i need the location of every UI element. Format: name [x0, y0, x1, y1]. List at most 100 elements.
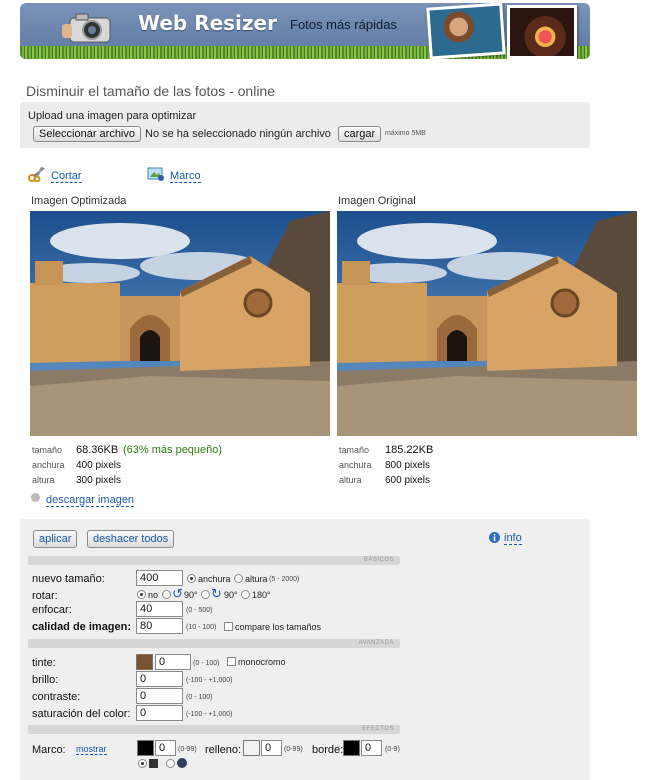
download-image-link[interactable]: descargar imagen — [46, 494, 135, 507]
original-height-label: altura — [339, 475, 362, 485]
optimized-height-value: 300 pixels — [76, 475, 122, 486]
section-bar-basic: BÁSICOS — [28, 556, 400, 565]
frame-color-swatch[interactable] — [137, 740, 154, 756]
width-radio[interactable] — [187, 574, 196, 583]
tint-color-swatch[interactable] — [136, 654, 153, 670]
rotate-left-label: 90° — [184, 590, 198, 600]
max-size-note: máximo 5MB — [385, 130, 426, 137]
fill-range: (0-99) — [284, 746, 303, 753]
upload-button[interactable]: cargar — [338, 126, 382, 142]
new-size-input[interactable]: 400 — [136, 570, 183, 586]
rotate-right-icon: ↻ — [211, 586, 222, 601]
frame-link[interactable]: Marco — [170, 170, 201, 183]
rotate-left-icon: ↺ — [172, 586, 183, 601]
monochrome-checkbox[interactable] — [227, 657, 236, 666]
rotate-left-radio[interactable] — [162, 590, 171, 599]
border-label: borde: — [312, 744, 344, 756]
fill-label: relleno: — [205, 744, 242, 756]
upload-label: Upload una imagen para optimizar — [28, 110, 197, 122]
section-title-basic: BÁSICOS — [363, 557, 394, 563]
rotate-right-radio[interactable] — [201, 590, 210, 599]
height-radio[interactable] — [234, 574, 243, 583]
size-saving: (63% más pequeño) — [123, 444, 223, 456]
brightness-label: brillo: — [32, 674, 59, 686]
optimized-size-label: tamaño — [32, 445, 63, 455]
original-size-value: 185.22KB — [385, 444, 434, 456]
apply-button[interactable]: aplicar — [33, 530, 78, 548]
banner-title: Web Resizer — [138, 11, 277, 35]
site-banner: Web Resizer Fotos más rápidas — [20, 3, 590, 59]
rotate-label: rotar: — [32, 590, 58, 602]
download-icon[interactable] — [31, 493, 40, 502]
frame-range: (0-99) — [178, 746, 197, 753]
contrast-label: contraste: — [32, 691, 81, 703]
info-link[interactable]: info — [504, 532, 522, 545]
original-width-label: anchura — [339, 460, 372, 470]
original-size-label: tamaño — [339, 445, 370, 455]
tint-range: (0 - 100) — [193, 660, 220, 667]
new-size-label: nuevo tamaño: — [32, 573, 105, 585]
brightness-range: (-100 - +1,000) — [186, 677, 233, 684]
saturation-range: (-100 - +1,000) — [186, 711, 233, 718]
square-corner-icon — [149, 759, 158, 768]
original-image-label: Imagen Original — [338, 195, 416, 207]
compare-checkbox[interactable] — [224, 622, 233, 631]
optimized-size-value: 68.36KB — [76, 444, 119, 456]
banner-photo-woman — [507, 5, 577, 59]
info-icon[interactable] — [489, 532, 500, 543]
rotate-no-radio[interactable] — [137, 590, 146, 599]
quality-range: (10 - 100) — [186, 624, 217, 631]
height-option-label: altura — [245, 574, 268, 584]
border-color-swatch[interactable] — [343, 740, 360, 756]
monochrome-label: monocromo — [238, 657, 286, 667]
contrast-input[interactable]: 0 — [136, 688, 183, 704]
section-title-advanced: AVANZADA — [358, 640, 394, 646]
original-width-value: 800 pixels — [385, 460, 431, 471]
banner-photo-couple — [426, 3, 506, 59]
fill-color-swatch[interactable] — [243, 740, 260, 756]
frame-square-radio[interactable] — [138, 759, 147, 768]
optimized-image — [30, 211, 330, 436]
optimized-height-label: altura — [32, 475, 55, 485]
saturation-label: saturación del color: — [32, 708, 131, 720]
border-range: (0-9) — [385, 746, 400, 753]
border-input[interactable]: 0 — [361, 740, 382, 756]
sharpen-label: enfocar: — [32, 604, 72, 616]
tint-input[interactable]: 0 — [155, 654, 191, 670]
frame-icon[interactable] — [147, 166, 165, 182]
new-size-range: (5 - 2000) — [269, 576, 300, 583]
section-bar-effects: EFECTOS — [28, 725, 400, 734]
optimized-image-label: Imagen Optimizada — [31, 195, 127, 207]
fill-input[interactable]: 0 — [261, 740, 282, 756]
optimized-width-value: 400 pixels — [76, 460, 122, 471]
rotate-180-label: 180° — [252, 590, 271, 600]
frame-width-input[interactable]: 0 — [155, 740, 176, 756]
page-title: Disminuir el tamaño de las fotos - onlin… — [26, 83, 276, 99]
optimized-width-label: anchura — [32, 460, 65, 470]
show-frame-link[interactable]: mostrar — [76, 744, 107, 755]
saturation-input[interactable]: 0 — [136, 705, 183, 721]
banner-subtitle: Fotos más rápidas — [290, 17, 397, 32]
camera-icon — [62, 13, 111, 43]
sharpen-input[interactable]: 40 — [136, 601, 183, 617]
undo-all-button[interactable]: deshacer todos — [87, 530, 175, 548]
sharpen-range: (0 - 500) — [186, 607, 213, 614]
contrast-range: (0 - 100) — [186, 694, 213, 701]
crop-link[interactable]: Cortar — [51, 170, 82, 183]
file-status: No se ha seleccionado ningún archivo — [145, 128, 331, 140]
choose-file-button[interactable]: Seleccionar archivo — [33, 126, 141, 142]
frame-round-radio[interactable] — [166, 759, 175, 768]
section-bar-advanced: AVANZADA — [28, 639, 400, 648]
scissors-icon[interactable] — [28, 166, 46, 182]
rotate-no-label: no — [148, 590, 159, 600]
tint-label: tinte: — [32, 657, 56, 669]
section-title-effects: EFECTOS — [362, 726, 394, 732]
quality-input[interactable]: 80 — [136, 618, 183, 634]
compare-label: compare los tamaños — [235, 622, 322, 632]
brightness-input[interactable]: 0 — [136, 671, 183, 687]
frame-label: Marco: — [32, 744, 66, 756]
width-option-label: anchura — [198, 574, 231, 584]
rotate-180-radio[interactable] — [241, 590, 250, 599]
rotate-right-label: 90° — [224, 590, 238, 600]
original-height-value: 600 pixels — [385, 475, 431, 486]
